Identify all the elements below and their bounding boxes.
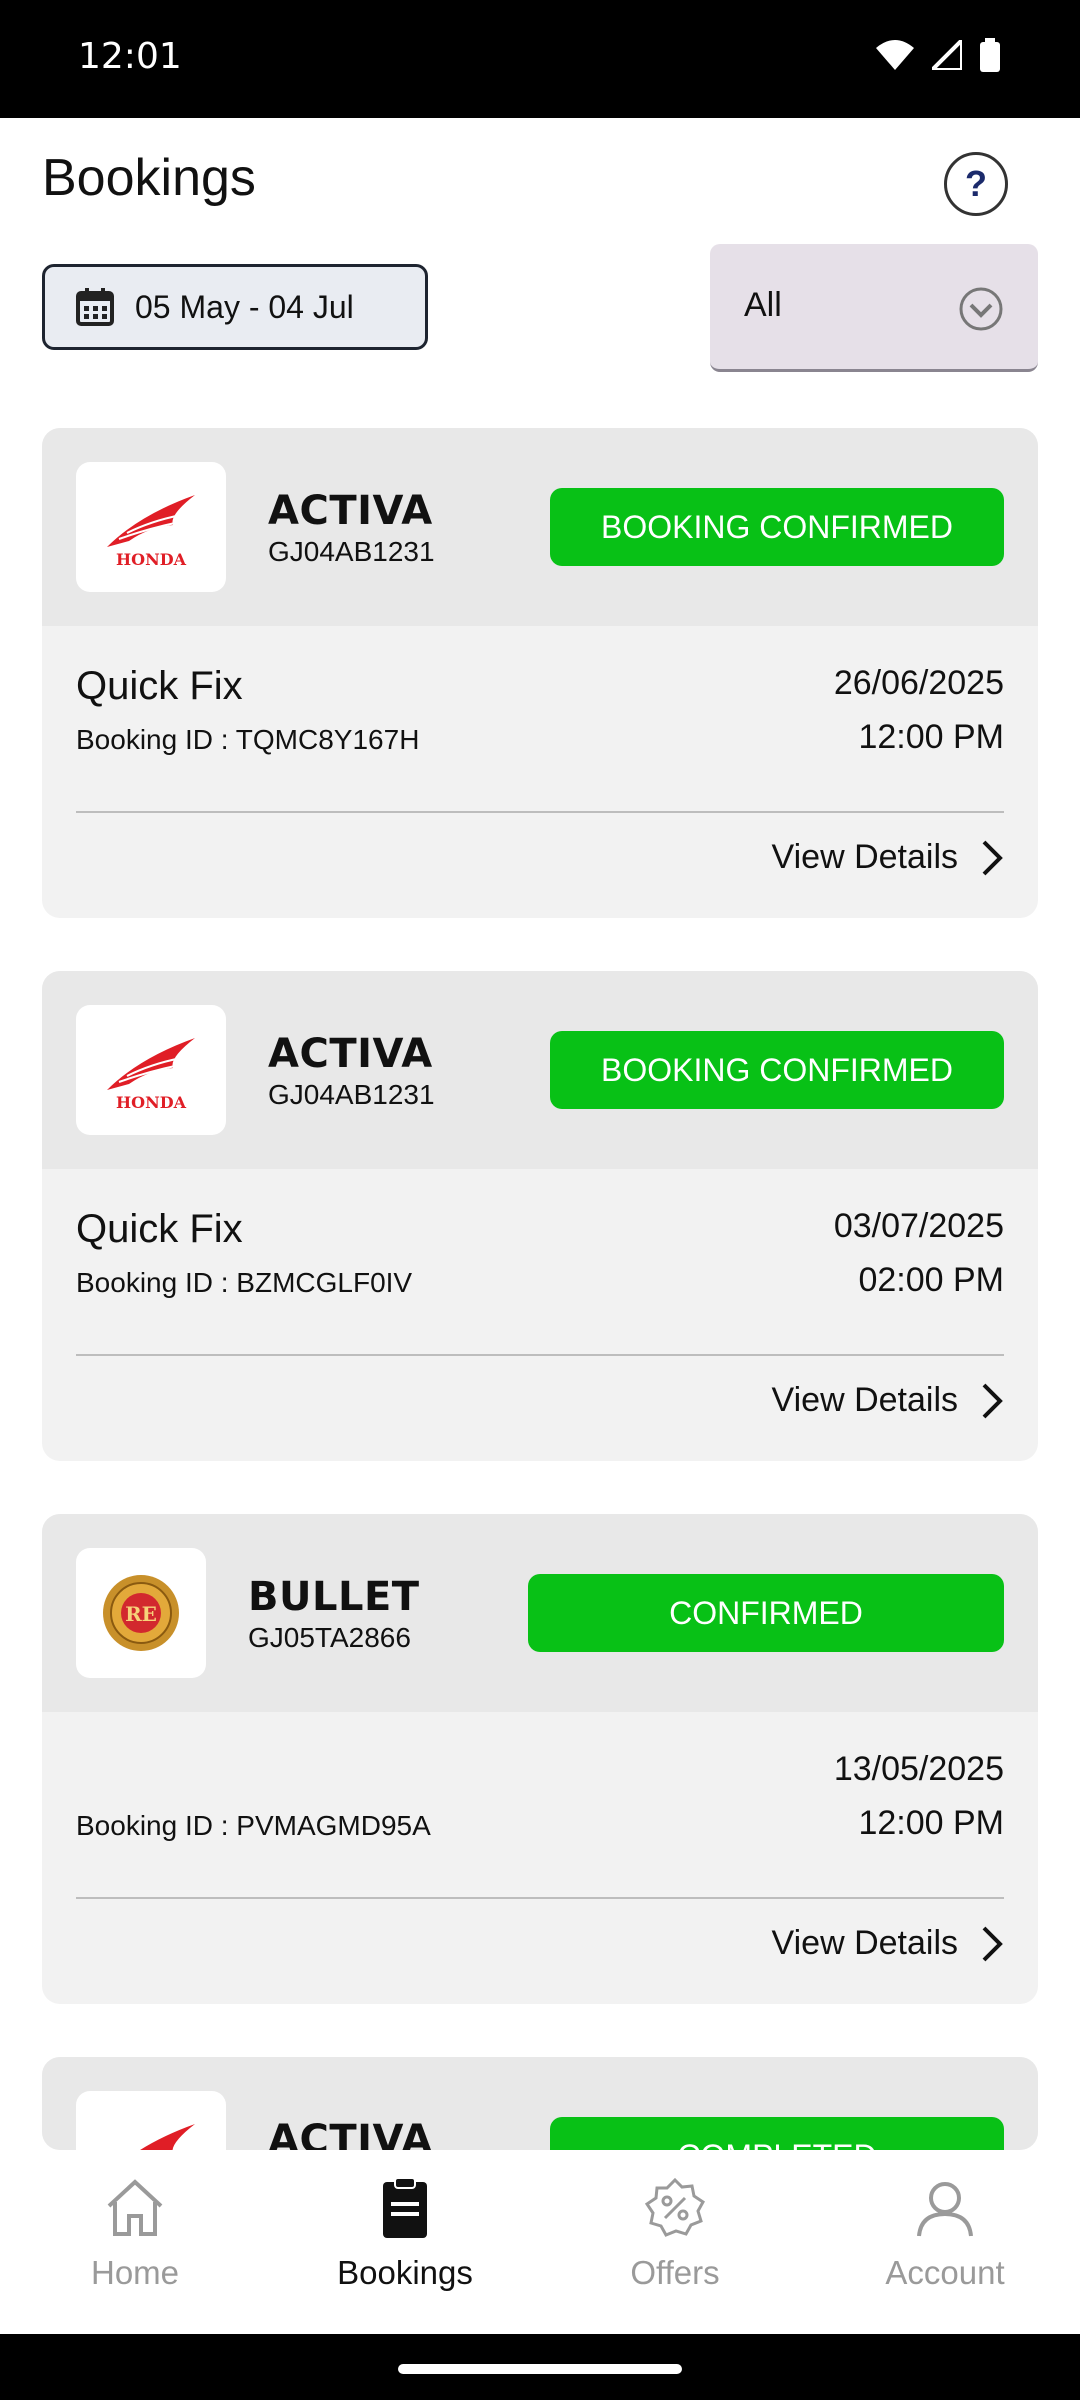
- vehicle-model: ACTIVA: [268, 2117, 433, 2150]
- brand-logo: [76, 2091, 226, 2150]
- booking-card-header: ACTIVA COMPLETED: [42, 2057, 1038, 2150]
- calendar-icon: [76, 288, 114, 326]
- nav-home-label: Home: [90, 2254, 180, 2291]
- booking-date: 26/06/2025: [833, 664, 1004, 702]
- divider: [76, 1354, 1004, 1356]
- status-bar: 12:01: [0, 0, 1080, 118]
- service-name: Quick Fix: [76, 1207, 243, 1251]
- status-icons: [876, 38, 1000, 72]
- view-details-label: View Details: [771, 1381, 958, 1419]
- view-details-link[interactable]: View Details: [772, 1924, 1004, 1963]
- status-badge: CONFIRMED: [528, 1574, 1004, 1652]
- view-details-link[interactable]: View Details: [772, 838, 1004, 877]
- status-filter-value: All: [744, 286, 782, 324]
- account-icon: [917, 2182, 973, 2237]
- divider: [76, 1897, 1004, 1899]
- booking-card[interactable]: RE BULLET GJ05TA2866 CONFIRMED Booking I…: [42, 1514, 1038, 2004]
- divider: [76, 811, 1004, 813]
- svg-text:HONDA: HONDA: [116, 550, 187, 569]
- bottom-navigation: Home Bookings Offers Account: [0, 2150, 1080, 2334]
- chevron-right-icon: [982, 840, 1003, 875]
- page-title: Bookings: [42, 149, 256, 207]
- booking-card-header: HONDA ACTIVA GJ04AB1231 BOOKING CONFIRME…: [42, 428, 1038, 626]
- honda-wing-icon: HONDA: [107, 495, 195, 569]
- system-navigation-bar: [0, 2334, 1080, 2400]
- brand-logo: HONDA: [76, 462, 226, 592]
- nav-offers-label: Offers: [630, 2254, 720, 2291]
- booking-card[interactable]: ACTIVA COMPLETED: [42, 2057, 1038, 2150]
- brand-logo: RE: [76, 1548, 206, 1678]
- nav-bookings[interactable]: Bookings: [305, 2176, 505, 2292]
- date-range-label: 05 May - 04 Jul: [135, 288, 354, 325]
- booking-time: 12:00 PM: [858, 1804, 1004, 1842]
- signal-icon: [932, 40, 962, 70]
- help-icon: ?: [965, 163, 987, 204]
- status-badge: COMPLETED: [550, 2117, 1004, 2150]
- status-badge: BOOKING CONFIRMED: [550, 488, 1004, 566]
- date-range-button[interactable]: 05 May - 04 Jul: [42, 264, 428, 350]
- honda-wing-icon: [140, 2124, 195, 2150]
- booking-id: Booking ID : BZMCGLF0IV: [76, 1267, 413, 1298]
- booking-date: 03/07/2025: [833, 1207, 1004, 1245]
- booking-id: Booking ID : TQMC8Y167H: [76, 724, 420, 755]
- nav-home[interactable]: Home: [35, 2176, 235, 2292]
- nav-account[interactable]: Account: [845, 2176, 1045, 2292]
- booking-card-header: HONDA ACTIVA GJ04AB1231 BOOKING CONFIRME…: [42, 971, 1038, 1169]
- vehicle-plate: GJ04AB1231: [268, 1079, 435, 1110]
- status-time: 12:01: [78, 36, 182, 77]
- booking-card[interactable]: HONDA ACTIVA GJ04AB1231 BOOKING CONFIRME…: [42, 428, 1038, 918]
- offer-badge-icon: [644, 2177, 705, 2237]
- home-gesture-handle[interactable]: [398, 2364, 682, 2374]
- nav-account-label: Account: [885, 2254, 1005, 2291]
- service-name: Quick Fix: [76, 664, 243, 708]
- honda-wing-icon: HONDA: [107, 1038, 195, 1112]
- view-details-label: View Details: [771, 838, 958, 876]
- brand-logo: HONDA: [76, 1005, 226, 1135]
- chevron-right-icon: [982, 1383, 1003, 1418]
- royal-enfield-logo-icon: RE: [103, 1575, 179, 1651]
- home-icon: [107, 2179, 163, 2236]
- booking-card[interactable]: HONDA ACTIVA GJ04AB1231 BOOKING CONFIRME…: [42, 971, 1038, 1461]
- booking-id: Booking ID : PVMAGMD95A: [76, 1810, 431, 1841]
- status-filter-dropdown[interactable]: All: [710, 244, 1038, 372]
- vehicle-model: ACTIVA: [268, 1031, 433, 1077]
- chevron-right-icon: [982, 1926, 1003, 1961]
- svg-text:RE: RE: [125, 1602, 157, 1626]
- svg-text:HONDA: HONDA: [116, 1093, 187, 1112]
- status-badge: BOOKING CONFIRMED: [550, 1031, 1004, 1109]
- nav-offers[interactable]: Offers: [575, 2176, 775, 2292]
- view-details-label: View Details: [771, 1924, 958, 1962]
- booking-card-header: RE BULLET GJ05TA2866 CONFIRMED: [42, 1514, 1038, 1712]
- clipboard-icon: [383, 2177, 427, 2238]
- booking-time: 02:00 PM: [858, 1261, 1004, 1299]
- battery-icon: [980, 38, 1000, 72]
- booking-date: 13/05/2025: [833, 1750, 1004, 1788]
- vehicle-model: BULLET: [248, 1574, 420, 1620]
- help-button[interactable]: ?: [944, 152, 1008, 216]
- chevron-down-icon: [959, 287, 1003, 331]
- booking-time: 12:00 PM: [858, 718, 1004, 756]
- wifi-icon: [876, 40, 914, 70]
- vehicle-model: ACTIVA: [268, 488, 433, 534]
- vehicle-plate: GJ04AB1231: [268, 536, 435, 567]
- view-details-link[interactable]: View Details: [772, 1381, 1004, 1420]
- vehicle-plate: GJ05TA2866: [248, 1622, 411, 1653]
- nav-bookings-label: Bookings: [337, 2254, 473, 2291]
